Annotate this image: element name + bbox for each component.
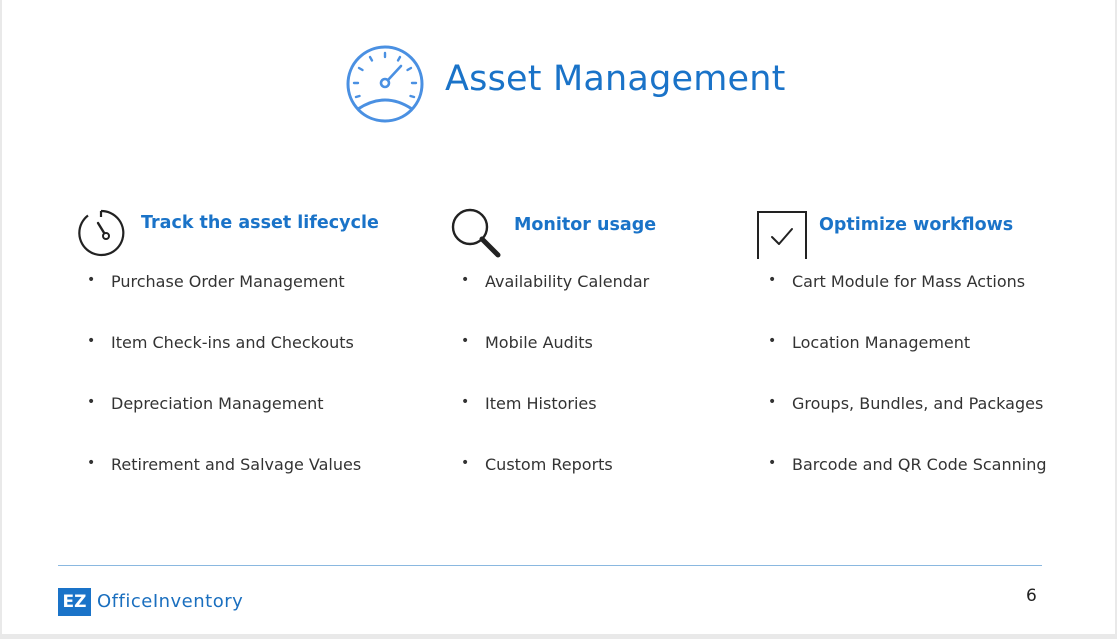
bullet: •: [461, 394, 470, 410]
bullet: •: [87, 455, 96, 471]
list-item: • Groups, Bundles, and Packages: [755, 394, 1047, 455]
list-item-label: Location Management: [792, 333, 971, 352]
list-item-label: Availability Calendar: [485, 272, 650, 291]
page-title: Asset Management: [445, 59, 786, 99]
bullet: •: [768, 272, 777, 288]
list-item: • Cart Module for Mass Actions: [755, 272, 1047, 333]
list-item-label: Item Check-ins and Checkouts: [111, 333, 354, 352]
list-item: • Purchase Order Management: [74, 272, 361, 333]
list-item-label: Custom Reports: [485, 455, 613, 474]
column-header: Monitor usage: [448, 200, 788, 258]
list-item-label: Item Histories: [485, 394, 597, 413]
stopwatch-icon: [78, 209, 125, 257]
feature-column-lifecycle: Track the asset lifecycle • Purchase Orde…: [74, 200, 414, 474]
column-title: Track the asset lifecycle: [141, 213, 379, 233]
title-row: Asset Management: [2, 40, 1115, 130]
bullet: •: [461, 455, 470, 471]
bullet: •: [768, 455, 777, 471]
list-item-label: Groups, Bundles, and Packages: [792, 394, 1044, 413]
list-item: • Item Histories: [448, 394, 649, 455]
bullet: •: [87, 272, 96, 288]
list-item: • Custom Reports: [448, 455, 649, 516]
checkbox-icon: [757, 211, 807, 259]
feature-column-workflows: Optimize workflows • Cart Module for Mass…: [755, 200, 1095, 474]
slide: Asset Management Track the asset lifecyc…: [2, 0, 1115, 634]
list-item: • Availability Calendar: [448, 272, 649, 333]
list-item-label: Retirement and Salvage Values: [111, 455, 362, 474]
footer-divider: [58, 565, 1042, 566]
bullet: •: [461, 272, 470, 288]
feature-list: • Availability Calendar • Mobile Audits • I…: [448, 272, 649, 516]
list-item: • Retirement and Salvage Values: [74, 455, 361, 516]
list-item: • Item Check-ins and Checkouts: [74, 333, 361, 394]
feature-column-usage: Monitor usage • Availability Calendar • Mo…: [448, 200, 788, 474]
bullet: •: [461, 333, 470, 349]
column-header: Optimize workflows: [755, 200, 1095, 259]
column-title: Optimize workflows: [819, 215, 1014, 235]
magnifier-icon: [451, 208, 501, 258]
list-item: • Barcode and QR Code Scanning: [755, 455, 1047, 516]
page-number: 6: [1026, 586, 1037, 606]
list-item: • Mobile Audits: [448, 333, 649, 394]
list-item: • Depreciation Management: [74, 394, 361, 455]
bullet: •: [87, 394, 96, 410]
bullet: •: [87, 333, 96, 349]
column-header: Track the asset lifecycle: [74, 200, 414, 258]
list-item-label: Barcode and QR Code Scanning: [792, 455, 1047, 474]
logo-text: OfficeInventory: [97, 591, 244, 612]
list-item-label: Depreciation Management: [111, 394, 324, 413]
list-item-label: Mobile Audits: [485, 333, 593, 352]
feature-list: • Cart Module for Mass Actions • Location …: [755, 272, 1047, 516]
list-item: • Location Management: [755, 333, 1047, 394]
speedometer-icon: [346, 45, 424, 123]
logo-mark: EZ: [58, 588, 91, 616]
bullet: •: [768, 394, 777, 410]
bullet: •: [768, 333, 777, 349]
feature-list: • Purchase Order Management • Item Check-i…: [74, 272, 361, 516]
column-title: Monitor usage: [514, 215, 657, 235]
list-item-label: Cart Module for Mass Actions: [792, 272, 1026, 291]
list-item-label: Purchase Order Management: [111, 272, 345, 291]
